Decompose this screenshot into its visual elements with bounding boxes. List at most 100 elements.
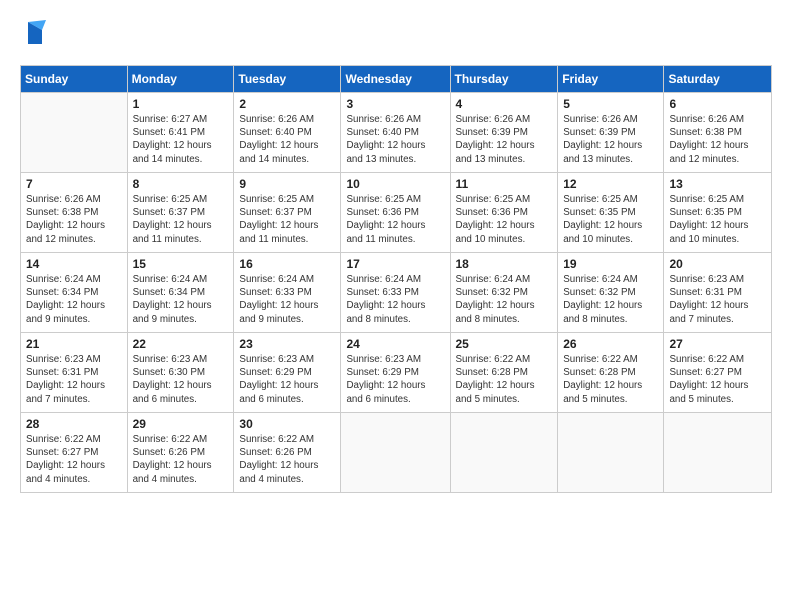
calendar-week-1: 7 Sunrise: 6:26 AM Sunset: 6:38 PM Daylig…	[21, 173, 772, 253]
calendar-cell: 12 Sunrise: 6:25 AM Sunset: 6:35 PM Dayli…	[558, 173, 664, 253]
day-number: 4	[456, 97, 553, 111]
day-number: 13	[669, 177, 766, 191]
day-info: Sunrise: 6:25 AM Sunset: 6:37 PM Dayligh…	[239, 193, 335, 246]
calendar-cell	[450, 413, 558, 493]
day-number: 23	[239, 337, 335, 351]
calendar-cell: 18 Sunrise: 6:24 AM Sunset: 6:32 PM Dayli…	[450, 253, 558, 333]
day-number: 17	[346, 257, 444, 271]
calendar-cell: 28Sunrise: 6:22 AM Sunset: 6:27 PM Dayli…	[21, 413, 128, 493]
calendar-cell: 10 Sunrise: 6:25 AM Sunset: 6:36 PM Dayli…	[341, 173, 450, 253]
day-number: 30	[239, 417, 335, 431]
calendar-table: SundayMondayTuesdayWednesdayThursdayFrid…	[20, 65, 772, 493]
calendar-cell: 2 Sunrise: 6:26 AM Sunset: 6:40 PM Daylig…	[234, 93, 341, 173]
weekday-header-sunday: Sunday	[21, 66, 128, 93]
day-info: Sunrise: 6:23 AM Sunset: 6:31 PM Dayligh…	[669, 273, 766, 326]
calendar-cell: 25Sunrise: 6:22 AM Sunset: 6:28 PM Dayli…	[450, 333, 558, 413]
weekday-header-thursday: Thursday	[450, 66, 558, 93]
day-info: Sunrise: 6:26 AM Sunset: 6:38 PM Dayligh…	[669, 113, 766, 166]
calendar-cell: 14 Sunrise: 6:24 AM Sunset: 6:34 PM Dayli…	[21, 253, 128, 333]
logo	[20, 18, 46, 53]
day-number: 9	[239, 177, 335, 191]
logo-icon	[24, 20, 46, 53]
day-number: 10	[346, 177, 444, 191]
calendar-cell: 9 Sunrise: 6:25 AM Sunset: 6:37 PM Daylig…	[234, 173, 341, 253]
day-number: 6	[669, 97, 766, 111]
day-info: Sunrise: 6:25 AM Sunset: 6:35 PM Dayligh…	[563, 193, 658, 246]
day-info: Sunrise: 6:22 AM Sunset: 6:28 PM Dayligh…	[456, 353, 553, 406]
weekday-header-wednesday: Wednesday	[341, 66, 450, 93]
day-info: Sunrise: 6:24 AM Sunset: 6:34 PM Dayligh…	[26, 273, 122, 326]
calendar-cell	[664, 413, 772, 493]
day-number: 2	[239, 97, 335, 111]
day-info: Sunrise: 6:24 AM Sunset: 6:32 PM Dayligh…	[563, 273, 658, 326]
weekday-header-row: SundayMondayTuesdayWednesdayThursdayFrid…	[21, 66, 772, 93]
calendar-week-4: 28Sunrise: 6:22 AM Sunset: 6:27 PM Dayli…	[21, 413, 772, 493]
day-info: Sunrise: 6:25 AM Sunset: 6:36 PM Dayligh…	[346, 193, 444, 246]
weekday-header-friday: Friday	[558, 66, 664, 93]
day-info: Sunrise: 6:26 AM Sunset: 6:39 PM Dayligh…	[456, 113, 553, 166]
day-number: 21	[26, 337, 122, 351]
day-info: Sunrise: 6:26 AM Sunset: 6:38 PM Dayligh…	[26, 193, 122, 246]
calendar-cell: 1 Sunrise: 6:27 AM Sunset: 6:41 PM Daylig…	[127, 93, 234, 173]
calendar-cell	[341, 413, 450, 493]
weekday-header-tuesday: Tuesday	[234, 66, 341, 93]
page-container: SundayMondayTuesdayWednesdayThursdayFrid…	[0, 0, 792, 503]
calendar-week-3: 21 Sunrise: 6:23 AM Sunset: 6:31 PM Dayli…	[21, 333, 772, 413]
calendar-cell: 23 Sunrise: 6:23 AM Sunset: 6:29 PM Dayli…	[234, 333, 341, 413]
day-info: Sunrise: 6:25 AM Sunset: 6:37 PM Dayligh…	[133, 193, 229, 246]
day-number: 18	[456, 257, 553, 271]
day-info: Sunrise: 6:25 AM Sunset: 6:35 PM Dayligh…	[669, 193, 766, 246]
calendar-cell: 24 Sunrise: 6:23 AM Sunset: 6:29 PM Dayli…	[341, 333, 450, 413]
calendar-cell	[558, 413, 664, 493]
day-info: Sunrise: 6:24 AM Sunset: 6:33 PM Dayligh…	[346, 273, 444, 326]
calendar-cell: 7 Sunrise: 6:26 AM Sunset: 6:38 PM Daylig…	[21, 173, 128, 253]
day-info: Sunrise: 6:23 AM Sunset: 6:29 PM Dayligh…	[239, 353, 335, 406]
calendar-cell: 15Sunrise: 6:24 AM Sunset: 6:34 PM Dayli…	[127, 253, 234, 333]
day-info: Sunrise: 6:24 AM Sunset: 6:34 PM Dayligh…	[133, 273, 229, 326]
day-info: Sunrise: 6:26 AM Sunset: 6:40 PM Dayligh…	[239, 113, 335, 166]
day-info: Sunrise: 6:26 AM Sunset: 6:39 PM Dayligh…	[563, 113, 658, 166]
day-number: 16	[239, 257, 335, 271]
day-number: 1	[133, 97, 229, 111]
day-info: Sunrise: 6:25 AM Sunset: 6:36 PM Dayligh…	[456, 193, 553, 246]
day-info: Sunrise: 6:22 AM Sunset: 6:27 PM Dayligh…	[669, 353, 766, 406]
calendar-cell: 17 Sunrise: 6:24 AM Sunset: 6:33 PM Dayli…	[341, 253, 450, 333]
calendar-cell: 21 Sunrise: 6:23 AM Sunset: 6:31 PM Dayli…	[21, 333, 128, 413]
day-info: Sunrise: 6:27 AM Sunset: 6:41 PM Dayligh…	[133, 113, 229, 166]
day-number: 27	[669, 337, 766, 351]
calendar-week-0: 1 Sunrise: 6:27 AM Sunset: 6:41 PM Daylig…	[21, 93, 772, 173]
day-number: 28	[26, 417, 122, 431]
day-info: Sunrise: 6:23 AM Sunset: 6:30 PM Dayligh…	[133, 353, 229, 406]
day-number: 26	[563, 337, 658, 351]
calendar-cell: 8 Sunrise: 6:25 AM Sunset: 6:37 PM Daylig…	[127, 173, 234, 253]
weekday-header-saturday: Saturday	[664, 66, 772, 93]
day-info: Sunrise: 6:23 AM Sunset: 6:29 PM Dayligh…	[346, 353, 444, 406]
calendar-cell: 6 Sunrise: 6:26 AM Sunset: 6:38 PM Daylig…	[664, 93, 772, 173]
calendar-cell: 3 Sunrise: 6:26 AM Sunset: 6:40 PM Daylig…	[341, 93, 450, 173]
day-number: 22	[133, 337, 229, 351]
day-info: Sunrise: 6:22 AM Sunset: 6:26 PM Dayligh…	[239, 433, 335, 486]
calendar-cell: 29Sunrise: 6:22 AM Sunset: 6:26 PM Dayli…	[127, 413, 234, 493]
day-number: 11	[456, 177, 553, 191]
day-info: Sunrise: 6:23 AM Sunset: 6:31 PM Dayligh…	[26, 353, 122, 406]
calendar-cell: 26 Sunrise: 6:22 AM Sunset: 6:28 PM Dayli…	[558, 333, 664, 413]
calendar-cell: 11 Sunrise: 6:25 AM Sunset: 6:36 PM Dayli…	[450, 173, 558, 253]
day-number: 20	[669, 257, 766, 271]
day-info: Sunrise: 6:24 AM Sunset: 6:32 PM Dayligh…	[456, 273, 553, 326]
calendar-cell: 30 Sunrise: 6:22 AM Sunset: 6:26 PM Dayli…	[234, 413, 341, 493]
calendar-cell: 27 Sunrise: 6:22 AM Sunset: 6:27 PM Dayli…	[664, 333, 772, 413]
day-number: 12	[563, 177, 658, 191]
calendar-week-2: 14 Sunrise: 6:24 AM Sunset: 6:34 PM Dayli…	[21, 253, 772, 333]
weekday-header-monday: Monday	[127, 66, 234, 93]
day-number: 8	[133, 177, 229, 191]
calendar-cell: 4 Sunrise: 6:26 AM Sunset: 6:39 PM Daylig…	[450, 93, 558, 173]
calendar-cell: 19Sunrise: 6:24 AM Sunset: 6:32 PM Dayli…	[558, 253, 664, 333]
day-number: 5	[563, 97, 658, 111]
day-number: 3	[346, 97, 444, 111]
day-number: 14	[26, 257, 122, 271]
header	[20, 18, 772, 53]
day-number: 24	[346, 337, 444, 351]
day-info: Sunrise: 6:22 AM Sunset: 6:28 PM Dayligh…	[563, 353, 658, 406]
day-number: 7	[26, 177, 122, 191]
day-info: Sunrise: 6:26 AM Sunset: 6:40 PM Dayligh…	[346, 113, 444, 166]
